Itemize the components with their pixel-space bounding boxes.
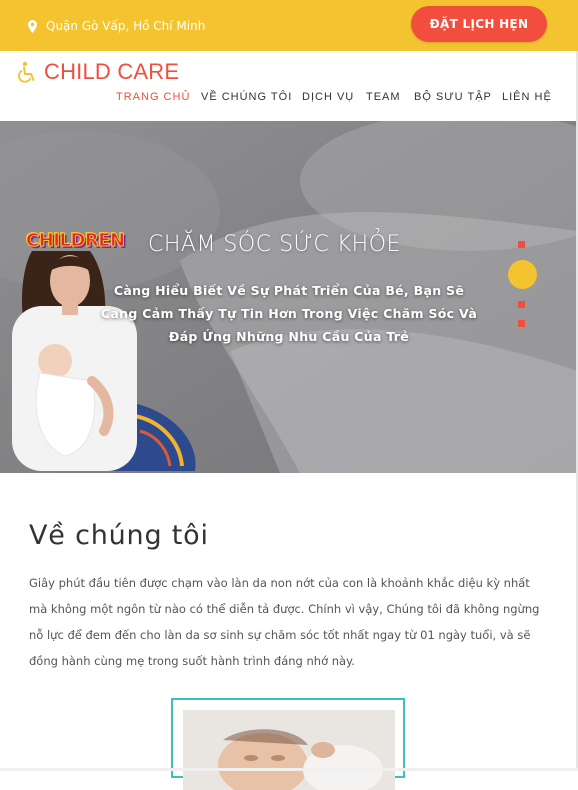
nav-item-team[interactable]: TEAM xyxy=(366,91,401,103)
about-baby-image xyxy=(183,710,395,790)
slider-dot-3[interactable] xyxy=(518,301,525,308)
top-bar: Quận Gò Vấp, Hồ Chí Minh ĐẶT LỊCH HẸN xyxy=(0,0,578,51)
nav-item-contact[interactable]: LIÊN HỆ xyxy=(502,91,552,103)
map-pin-icon xyxy=(28,19,37,33)
logo-text: CHILD CARE xyxy=(44,59,180,84)
site-logo[interactable]: CHILD CARE xyxy=(16,59,179,85)
hero-subtitle: Càng Hiểu Biết Về Sự Phát Triển Của Bé, … xyxy=(100,283,478,344)
nav-item-gallery[interactable]: BỘ SƯU TẬP xyxy=(414,91,492,103)
about-title: Về chúng tôi xyxy=(29,520,209,551)
about-image-frame xyxy=(171,698,405,790)
slider-dot-2-active[interactable] xyxy=(508,260,537,289)
about-text: Giây phút đầu tiên được chạm vào làn da … xyxy=(29,576,540,668)
nav-item-home[interactable]: TRANG CHỦ xyxy=(116,91,190,103)
main-nav: TRANG CHỦ VỀ CHÚNG TÔI DỊCH VỤ TEAM BỘ S… xyxy=(0,91,578,105)
nav-item-services[interactable]: DỊCH VỤ xyxy=(302,91,354,103)
slider-dot-1[interactable] xyxy=(518,241,525,248)
location-text: Quận Gò Vấp, Hồ Chí Minh xyxy=(46,19,206,33)
mother-baby-graphic xyxy=(12,251,196,471)
nav-item-about[interactable]: VỀ CHÚNG TÔI xyxy=(201,91,292,103)
site-header: CHILD CARE TRANG CHỦ VỀ CHÚNG TÔI DỊCH V… xyxy=(0,51,578,121)
children-badge: CHILDREN xyxy=(26,229,126,251)
hero-slider: CHILDREN CHĂM SÓC SỨC KHỎE Càng Hiểu Biế… xyxy=(0,121,578,473)
hero-title: CHĂM SÓC SỨC KHỎE xyxy=(148,232,401,257)
book-appointment-button[interactable]: ĐẶT LỊCH HẸN xyxy=(411,6,547,42)
slider-dot-4[interactable] xyxy=(518,320,525,327)
location-info: Quận Gò Vấp, Hồ Chí Minh xyxy=(28,19,205,33)
baby-photo-graphic xyxy=(183,710,395,790)
accessibility-icon xyxy=(18,61,35,83)
